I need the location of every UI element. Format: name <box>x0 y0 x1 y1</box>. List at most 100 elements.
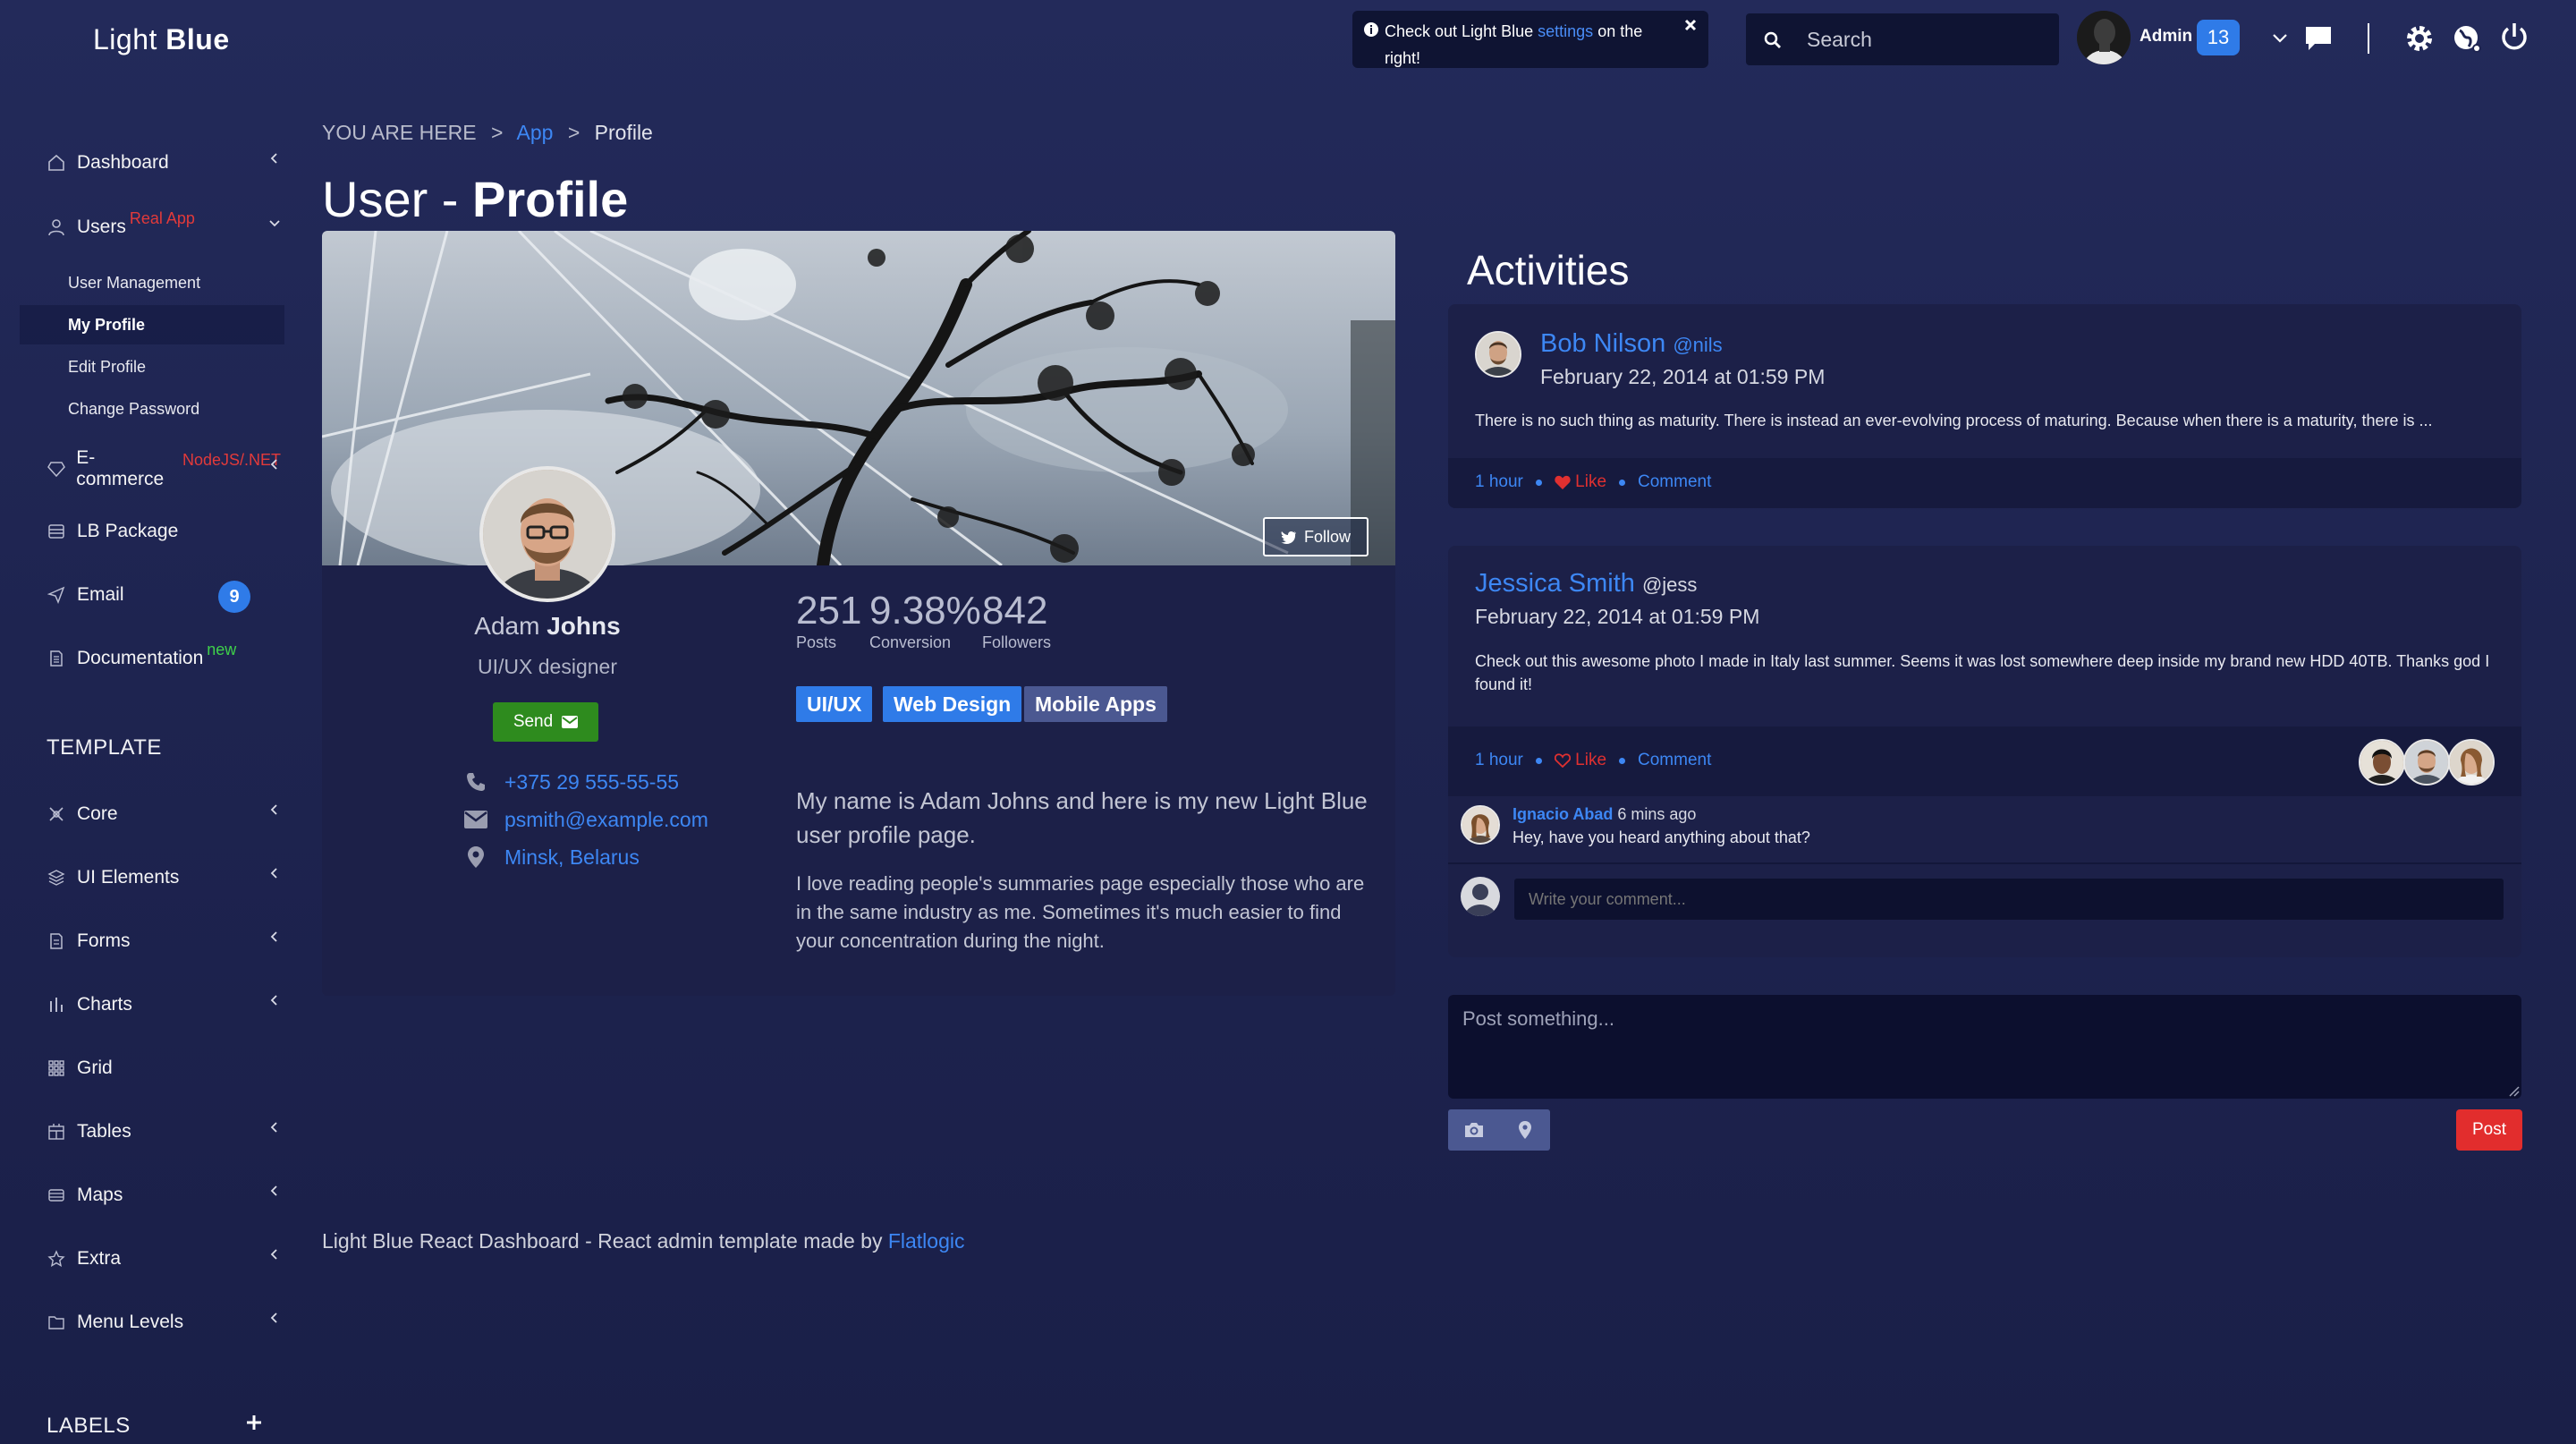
sidebar-item-label: Menu Levels <box>77 1312 184 1332</box>
admin-avatar[interactable] <box>2077 11 2131 64</box>
chart-bars-icon <box>47 995 66 1015</box>
notice-settings-link[interactable]: settings <box>1538 22 1593 40</box>
sidebar-item-label: Forms <box>77 930 131 951</box>
comment-button[interactable]: Comment <box>1638 751 1711 770</box>
sidebar-item-menu-levels[interactable]: Menu Levels <box>47 1304 281 1340</box>
phone-link[interactable]: +375 29 555-55-55 <box>504 770 679 794</box>
breadcrumb-app-link[interactable]: App <box>517 121 554 144</box>
camera-button[interactable] <box>1448 1109 1499 1151</box>
brand-logo[interactable]: Light Blue <box>93 23 230 56</box>
messages-icon[interactable] <box>2304 25 2333 52</box>
folder-icon <box>47 1312 66 1332</box>
sidebar-item-dashboard[interactable]: Dashboard <box>47 145 281 181</box>
post-actions-row: 1 hour Like Comment <box>1475 751 1711 770</box>
search-input[interactable] <box>1807 13 2048 65</box>
sidebar-item-charts[interactable]: Charts <box>47 987 281 1023</box>
post-time[interactable]: 1 hour <box>1475 751 1523 770</box>
page-footer: Light Blue React Dashboard - React admin… <box>322 1229 965 1253</box>
post-button[interactable]: Post <box>2456 1109 2522 1151</box>
sidebar-item-label: Extra <box>77 1248 122 1269</box>
post-date: February 22, 2014 at 01:59 PM <box>1475 605 1760 628</box>
liker-avatar[interactable] <box>2403 739 2450 786</box>
sidebar-sub-edit-profile[interactable]: Edit Profile <box>68 358 146 377</box>
resize-handle-icon[interactable] <box>2509 1086 2520 1097</box>
reply-avatar[interactable] <box>1461 805 1500 845</box>
sidebar-item-extra[interactable]: Extra <box>47 1241 281 1277</box>
send-icon <box>47 585 66 605</box>
email-count-badge: 9 <box>218 581 250 613</box>
follow-button[interactable]: Follow <box>1263 517 1368 556</box>
layers-icon <box>47 868 66 888</box>
author-avatar[interactable] <box>1475 331 1521 378</box>
comment-button[interactable]: Comment <box>1638 472 1711 492</box>
sidebar-sub-my-profile[interactable]: My Profile <box>68 316 145 335</box>
send-button[interactable]: Send <box>493 702 598 742</box>
like-button[interactable]: Like <box>1554 751 1606 770</box>
stat-posts: 251 Posts <box>796 589 861 652</box>
like-button[interactable]: Like <box>1555 472 1606 492</box>
author-name[interactable]: Jessica Smith <box>1475 569 1635 598</box>
liker-avatar[interactable] <box>2448 739 2495 786</box>
post-author[interactable]: Bob Nilson @nils <box>1540 329 1723 359</box>
location-contact[interactable]: Minsk, Belarus <box>463 845 640 870</box>
phone-contact[interactable]: +375 29 555-55-55 <box>463 769 679 794</box>
post-tool-group <box>1448 1109 1550 1151</box>
author-handle[interactable]: @nils <box>1673 334 1722 356</box>
reply-divider <box>1448 862 2521 864</box>
sidebar-item-documentation[interactable]: Documentation new <box>47 641 281 676</box>
labels-section-title: LABELS <box>47 1414 131 1438</box>
activity-post: Jessica Smith @jess February 22, 2014 at… <box>1448 546 2521 957</box>
power-icon[interactable] <box>2499 21 2529 54</box>
profile-name: Adam Johns <box>322 612 773 641</box>
sidebar-item-label: Maps <box>77 1185 123 1205</box>
sidebar-item-label: Grid <box>77 1058 113 1078</box>
sidebar-item-users[interactable]: Users Real App <box>47 209 281 245</box>
comment-input[interactable] <box>1514 879 2504 920</box>
tag-web-design[interactable]: Web Design <box>883 686 1022 722</box>
liker-avatar[interactable] <box>2359 739 2405 786</box>
settings-gear-icon[interactable] <box>2404 23 2435 54</box>
sidebar-item-lb-package[interactable]: LB Package <box>47 514 281 549</box>
post-time[interactable]: 1 hour <box>1475 472 1523 492</box>
page-title-light: User - <box>322 171 472 227</box>
email-contact[interactable]: psmith@example.com <box>463 807 708 832</box>
sidebar-item-label: Tables <box>77 1121 131 1142</box>
close-icon[interactable] <box>1683 18 1698 32</box>
sidebar-sub-change-password[interactable]: Change Password <box>68 400 199 419</box>
sidebar-item-ecommerce[interactable]: E-commerce NodeJS/.NET <box>47 447 281 489</box>
reply-author[interactable]: Ignacio Abad <box>1513 805 1613 823</box>
reply-text: Hey, have you heard anything about that? <box>1513 828 1810 846</box>
tag-mobile-apps[interactable]: Mobile Apps <box>1024 686 1167 722</box>
location-link[interactable]: Minsk, Belarus <box>504 845 640 870</box>
sidebar-item-grid[interactable]: Grid <box>47 1050 281 1086</box>
page-title-bold: Profile <box>472 171 629 227</box>
sidebar-item-ui-elements[interactable]: UI Elements <box>47 860 281 896</box>
sidebar-item-forms[interactable]: Forms <box>47 923 281 959</box>
sidebar-item-maps[interactable]: Maps <box>47 1177 281 1213</box>
last-name: Johns <box>547 612 621 640</box>
notification-count-badge[interactable]: 13 <box>2197 20 2240 55</box>
table-icon <box>47 1122 66 1142</box>
sidebar-sub-user-management[interactable]: User Management <box>68 274 200 293</box>
email-link[interactable]: psmith@example.com <box>504 808 708 832</box>
post-author[interactable]: Jessica Smith @jess <box>1475 569 1697 599</box>
sidebar-item-tables[interactable]: Tables <box>47 1114 281 1150</box>
globe-icon[interactable] <box>2452 23 2482 54</box>
comment-field[interactable] <box>1514 879 2504 920</box>
admin-name[interactable]: Admin <box>2140 27 2192 47</box>
post-box[interactable] <box>1448 995 2521 1099</box>
footer-flatlogic-link[interactable]: Flatlogic <box>888 1229 965 1253</box>
author-handle[interactable]: @jess <box>1642 573 1697 596</box>
home-icon <box>47 153 66 173</box>
map-icon <box>47 1185 66 1205</box>
post-textarea[interactable] <box>1448 995 2521 1099</box>
location-button[interactable] <box>1499 1109 1550 1151</box>
add-label-icon[interactable] <box>245 1414 263 1431</box>
author-name[interactable]: Bob Nilson <box>1540 329 1665 358</box>
sidebar-item-core[interactable]: Core <box>47 796 281 832</box>
search-bar[interactable] <box>1746 13 2059 65</box>
chevron-down-icon[interactable] <box>2272 32 2288 45</box>
info-icon <box>1363 21 1379 38</box>
tag-ui-ux[interactable]: UI/UX <box>796 686 873 722</box>
chevron-left-icon <box>268 152 281 165</box>
